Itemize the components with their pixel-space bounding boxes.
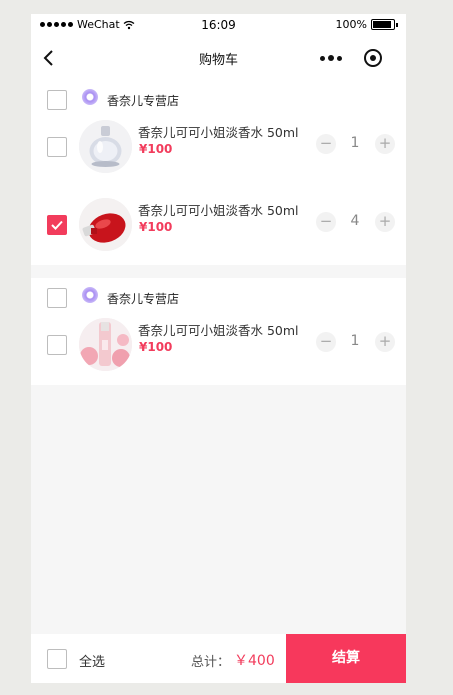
shop-name[interactable]: 香奈儿专营店: [107, 92, 179, 109]
more-icon[interactable]: [320, 50, 344, 66]
product-title[interactable]: 香奈儿可可小姐淡香水 50ml: [138, 200, 299, 219]
product-image[interactable]: [79, 198, 132, 251]
select-all-checkbox[interactable]: [47, 649, 67, 669]
quantity-value[interactable]: 4: [347, 213, 363, 229]
shop-block: 香奈儿专营店 香奈儿可可小姐淡香水 50ml ¥100 − 1 + 香奈儿可可小…: [31, 80, 406, 265]
cart-item: 香奈儿可可小姐淡香水 50ml ¥100 − 1 +: [31, 120, 406, 198]
cart-item: 香奈儿可可小姐淡香水 50ml ¥100 − 1 +: [31, 318, 406, 396]
quantity-increase-button[interactable]: +: [375, 332, 395, 352]
cart-item: 香奈儿可可小姐淡香水 50ml ¥100 − 4 +: [31, 198, 406, 276]
product-price: ¥100: [139, 220, 173, 234]
cart-list: 香奈儿专营店 香奈儿可可小姐淡香水 50ml ¥100 − 1 + 香奈儿可可小…: [31, 80, 406, 385]
phone-screen: WeChat 16:09 100% 购物车 香奈儿专营店 香奈儿可可小姐淡香水 …: [31, 14, 406, 683]
battery-icon: [371, 19, 395, 30]
shop-checkbox[interactable]: [47, 288, 67, 308]
battery-tip-icon: [396, 22, 398, 27]
quantity-decrease-button[interactable]: −: [316, 212, 336, 232]
quantity-increase-button[interactable]: +: [375, 212, 395, 232]
product-image[interactable]: [79, 318, 132, 371]
shop-header: 香奈儿专营店: [31, 80, 406, 120]
status-bar: WeChat 16:09 100%: [31, 14, 406, 36]
shop-header: 香奈儿专营店: [31, 278, 406, 318]
quantity-value[interactable]: 1: [347, 333, 363, 349]
quantity-value[interactable]: 1: [347, 135, 363, 151]
page-title: 购物车: [198, 53, 238, 68]
select-all-label[interactable]: 全选: [79, 651, 105, 670]
total-label: 总计：: [191, 655, 231, 670]
shop-block: 香奈儿专营店 香奈儿可可小姐淡香水 50ml ¥100 − 1 +: [31, 278, 406, 385]
shop-name[interactable]: 香奈儿专营店: [107, 290, 179, 307]
product-title[interactable]: 香奈儿可可小姐淡香水 50ml: [138, 320, 299, 339]
check-icon: [51, 220, 63, 230]
nav-bar: 购物车: [31, 36, 406, 80]
product-title[interactable]: 香奈儿可可小姐淡香水 50ml: [138, 122, 299, 141]
total-value: ￥400: [234, 653, 275, 669]
item-checkbox[interactable]: [47, 215, 67, 235]
quantity-increase-button[interactable]: +: [375, 134, 395, 154]
product-image[interactable]: [79, 120, 132, 173]
quantity-decrease-button[interactable]: −: [316, 134, 336, 154]
item-checkbox[interactable]: [47, 137, 67, 157]
shop-icon: [82, 287, 98, 303]
shop-icon: [82, 89, 98, 105]
product-price: ¥100: [139, 340, 173, 354]
checkout-button[interactable]: 结算: [286, 634, 406, 683]
cart-footer: 全选 总计： ￥400 结算: [31, 634, 406, 683]
battery-area: 100%: [336, 18, 398, 31]
item-checkbox[interactable]: [47, 335, 67, 355]
product-price: ¥100: [139, 142, 173, 156]
battery-percent: 100%: [335, 18, 367, 31]
shop-checkbox[interactable]: [47, 90, 67, 110]
quantity-decrease-button[interactable]: −: [316, 332, 336, 352]
close-capsule-icon[interactable]: [364, 49, 382, 67]
